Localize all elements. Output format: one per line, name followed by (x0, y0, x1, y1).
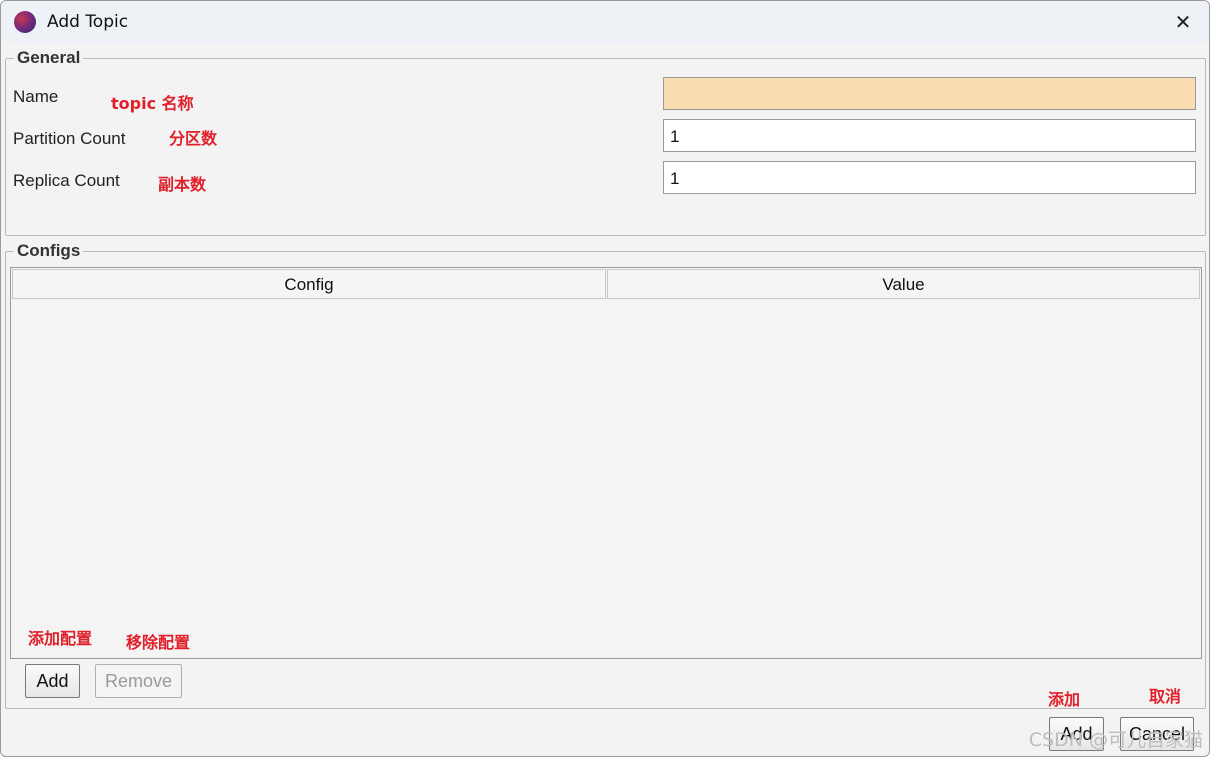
add-annotation: 添加 (1048, 690, 1081, 709)
close-button[interactable]: ✕ (1165, 5, 1201, 39)
configs-table[interactable]: Config Value (10, 267, 1202, 659)
watermark: CSDN @可儿自家猫 (1028, 729, 1203, 751)
title-bar[interactable]: Add Topic ✕ (1, 1, 1209, 43)
cancel-annotation: 取消 (1149, 687, 1182, 706)
window-title: Add Topic (47, 12, 129, 32)
name-label: Name (13, 87, 59, 106)
replica-count-input[interactable]: 1 (663, 161, 1196, 194)
column-header-value[interactable]: Value (607, 269, 1200, 299)
name-annotation: topic 名称 (111, 94, 194, 113)
configs-legend: Configs (14, 241, 84, 261)
column-header-config[interactable]: Config (12, 269, 606, 299)
replica-annotation: 副本数 (158, 175, 207, 194)
remove-config-annotation: 移除配置 (126, 633, 191, 652)
add-config-button[interactable]: Add (25, 664, 80, 698)
replica-count-label: Replica Count (13, 171, 120, 190)
general-legend: General (14, 48, 84, 68)
partition-count-label: Partition Count (13, 129, 126, 148)
add-config-annotation: 添加配置 (28, 629, 93, 648)
name-input[interactable] (663, 77, 1196, 110)
app-logo-icon (14, 11, 36, 33)
partition-count-input[interactable]: 1 (663, 119, 1196, 152)
remove-config-button[interactable]: Remove (95, 664, 182, 698)
add-topic-dialog: Add Topic ✕ General Name topic 名称 Partit… (0, 0, 1210, 757)
partition-annotation: 分区数 (169, 129, 218, 148)
